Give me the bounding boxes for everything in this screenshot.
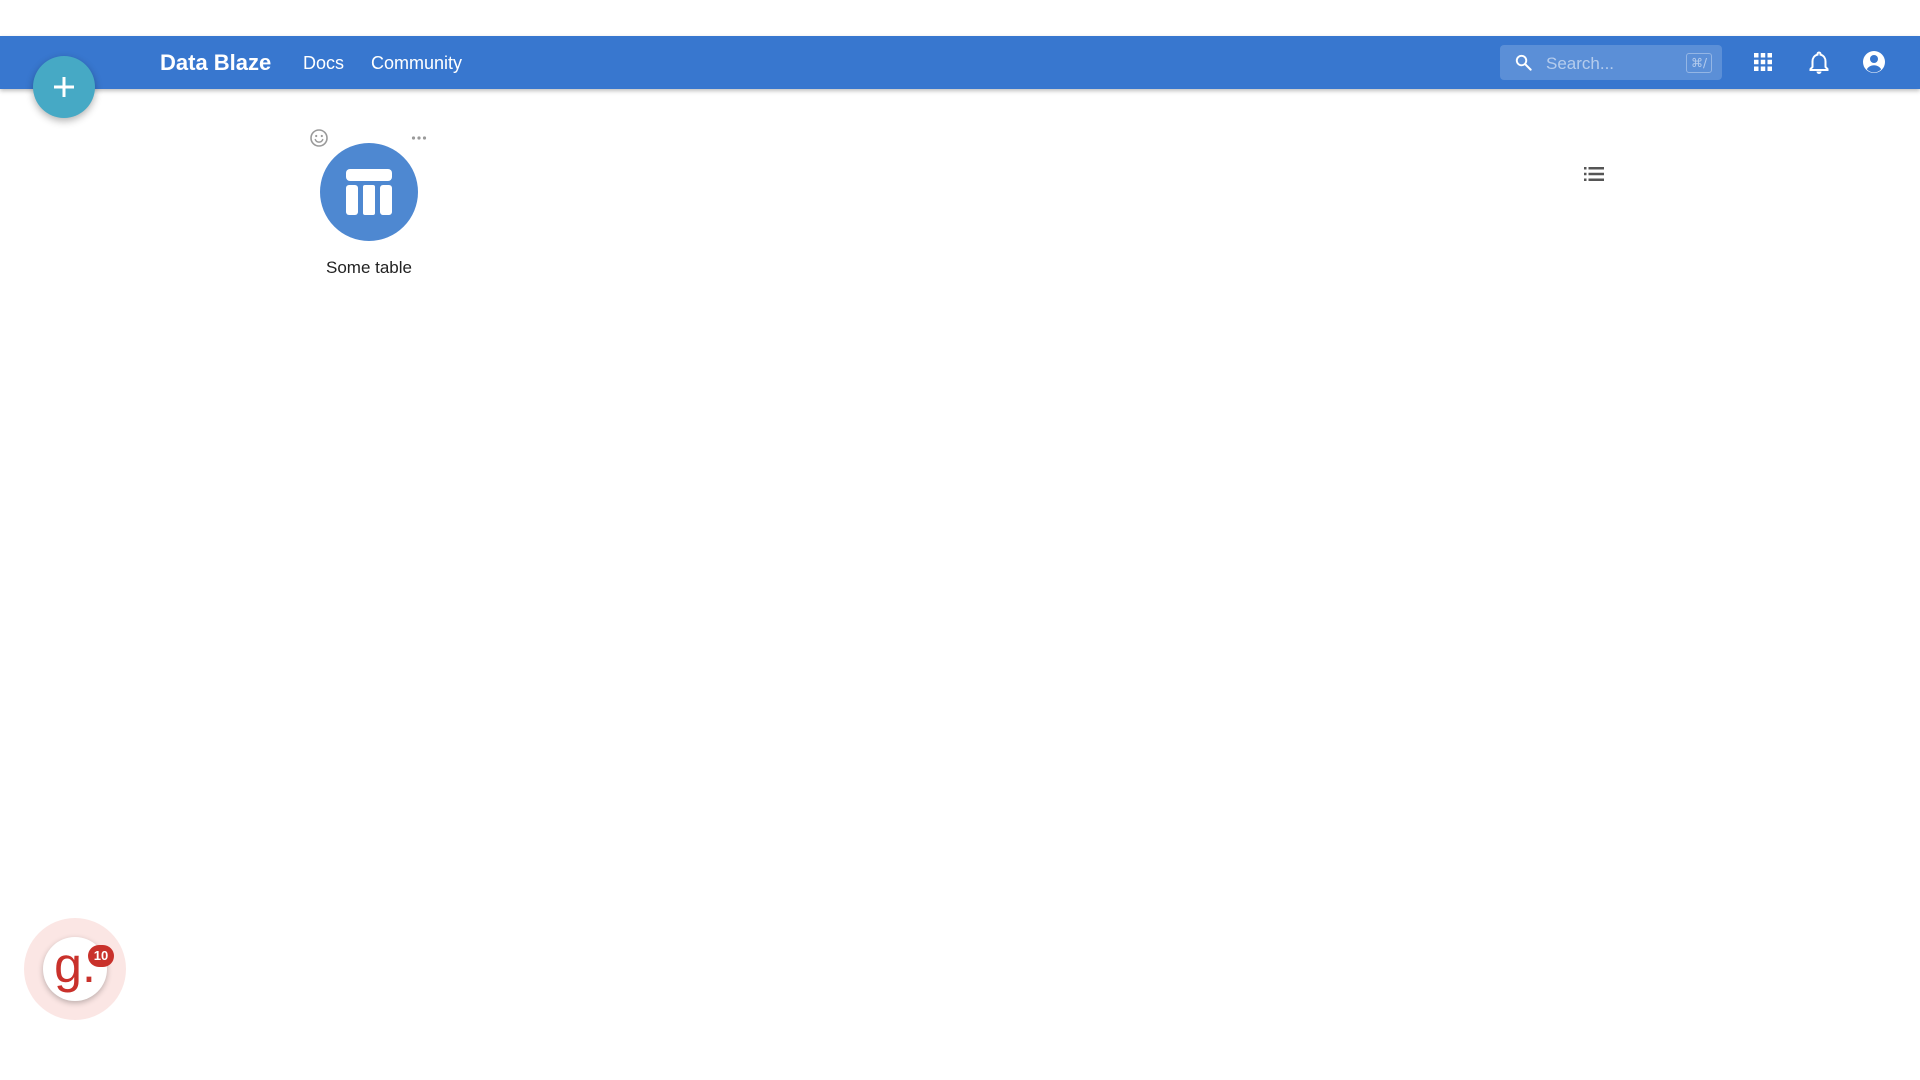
table-card[interactable]: Some table bbox=[300, 124, 438, 284]
emoji-icon[interactable] bbox=[308, 127, 330, 149]
nav-community-link[interactable]: Community bbox=[371, 36, 462, 89]
table-name-label[interactable]: Some table bbox=[300, 258, 438, 278]
helper-widget-button[interactable]: g. 10 bbox=[24, 918, 126, 1020]
search-input[interactable] bbox=[1544, 45, 1678, 82]
search-box[interactable]: ⌘/ bbox=[1500, 45, 1722, 82]
list-view-icon[interactable] bbox=[1582, 162, 1606, 186]
account-circle-icon[interactable] bbox=[1860, 48, 1888, 76]
brand-title[interactable]: Data Blaze bbox=[160, 36, 271, 89]
search-icon bbox=[1515, 54, 1532, 71]
plus-icon bbox=[54, 77, 74, 97]
table-tile[interactable] bbox=[320, 143, 418, 241]
more-horizontal-icon[interactable] bbox=[408, 127, 430, 149]
bell-icon[interactable] bbox=[1805, 48, 1833, 76]
table-icon bbox=[346, 169, 392, 215]
apps-grid-icon[interactable] bbox=[1749, 48, 1777, 76]
helper-widget-face: g. 10 bbox=[43, 937, 114, 1001]
search-shortcut-hint: ⌘/ bbox=[1685, 53, 1712, 73]
notification-count-badge: 10 bbox=[88, 945, 114, 967]
add-fab-button[interactable] bbox=[33, 56, 95, 118]
nav-docs-link[interactable]: Docs bbox=[303, 36, 344, 89]
top-app-bar: Data Blaze Docs Community ⌘/ bbox=[0, 36, 1920, 89]
